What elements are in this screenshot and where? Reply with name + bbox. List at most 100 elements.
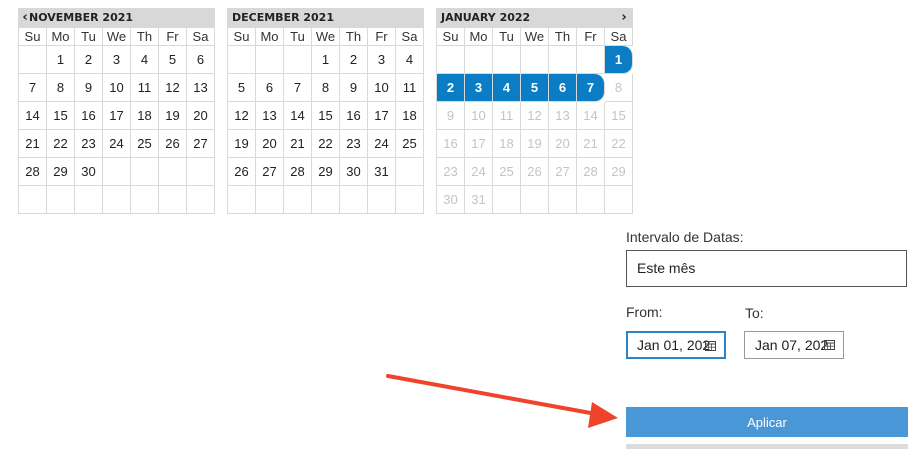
empty-day-cell — [577, 46, 605, 74]
day-cell[interactable]: 19 — [159, 102, 187, 130]
day-cell[interactable]: 27 — [187, 130, 215, 158]
day-cell[interactable]: 1 — [312, 46, 340, 74]
day-cell[interactable]: 8 — [47, 74, 75, 102]
day-cell[interactable]: 23 — [75, 130, 103, 158]
day-cell[interactable]: 11 — [396, 74, 424, 102]
day-cell[interactable]: 4 — [493, 74, 521, 102]
day-cell[interactable]: 29 — [312, 158, 340, 186]
day-cell[interactable]: 30 — [340, 158, 368, 186]
day-cell[interactable]: 20 — [256, 130, 284, 158]
day-cell[interactable]: 5 — [521, 74, 549, 102]
empty-day-cell — [368, 186, 396, 214]
day-cell: 14 — [577, 102, 605, 130]
weekday-header: Sa — [187, 28, 215, 46]
empty-day-cell — [47, 186, 75, 214]
day-cell[interactable]: 3 — [368, 46, 396, 74]
day-cell[interactable]: 21 — [19, 130, 47, 158]
day-cell[interactable]: 2 — [437, 74, 465, 102]
empty-day-cell — [256, 186, 284, 214]
day-cell[interactable]: 19 — [228, 130, 256, 158]
day-cell[interactable]: 13 — [187, 74, 215, 102]
day-cell[interactable]: 1 — [605, 46, 633, 74]
day-cell[interactable]: 10 — [368, 74, 396, 102]
day-cell[interactable]: 3 — [465, 74, 493, 102]
day-cell[interactable]: 25 — [131, 130, 159, 158]
date-range-select[interactable]: Este mês — [626, 250, 907, 287]
day-cell[interactable]: 4 — [131, 46, 159, 74]
weekday-header: Th — [131, 28, 159, 46]
from-date-value: Jan 01, 202 — [637, 337, 711, 353]
from-label: From: — [626, 304, 663, 320]
day-cell[interactable]: 30 — [75, 158, 103, 186]
apply-button[interactable]: Aplicar — [626, 407, 908, 437]
day-cell[interactable]: 6 — [187, 46, 215, 74]
empty-day-cell — [521, 186, 549, 214]
day-cell[interactable]: 9 — [340, 74, 368, 102]
day-cell[interactable]: 26 — [228, 158, 256, 186]
day-cell[interactable]: 2 — [75, 46, 103, 74]
day-cell[interactable]: 16 — [75, 102, 103, 130]
empty-day-cell — [437, 46, 465, 74]
day-cell[interactable]: 31 — [368, 158, 396, 186]
day-cell[interactable]: 14 — [284, 102, 312, 130]
calendar-icon[interactable] — [705, 341, 716, 351]
day-cell[interactable]: 27 — [256, 158, 284, 186]
calendar-title: NOVEMBER 2021 — [29, 11, 134, 24]
day-cell[interactable]: 12 — [228, 102, 256, 130]
day-cell[interactable]: 20 — [187, 102, 215, 130]
day-cell[interactable]: 4 — [396, 46, 424, 74]
calendar-january-2022: JANUARY 2022 › Su Mo Tu We Th Fr Sa 1 2 3 4 5 6 7 8 9 10… — [436, 8, 633, 214]
day-cell[interactable]: 24 — [103, 130, 131, 158]
empty-day-cell — [131, 158, 159, 186]
day-cell[interactable]: 1 — [47, 46, 75, 74]
day-cell[interactable]: 24 — [368, 130, 396, 158]
day-cell[interactable]: 28 — [19, 158, 47, 186]
day-cell[interactable]: 9 — [75, 74, 103, 102]
day-cell[interactable]: 6 — [549, 74, 577, 102]
day-cell[interactable]: 22 — [47, 130, 75, 158]
day-cell[interactable]: 13 — [256, 102, 284, 130]
from-date-input[interactable]: Jan 01, 202 — [626, 331, 726, 359]
day-cell[interactable]: 8 — [312, 74, 340, 102]
weekday-header: Tu — [284, 28, 312, 46]
day-cell[interactable]: 12 — [159, 74, 187, 102]
calendar-december-2021: DECEMBER 2021 Su Mo Tu We Th Fr Sa 1 2 3 4 5 6 7 8 9 10 1… — [227, 8, 424, 214]
day-cell[interactable]: 15 — [312, 102, 340, 130]
day-cell[interactable]: 10 — [103, 74, 131, 102]
day-cell: 13 — [549, 102, 577, 130]
day-cell[interactable]: 22 — [312, 130, 340, 158]
day-cell[interactable]: 14 — [19, 102, 47, 130]
empty-day-cell — [312, 186, 340, 214]
day-cell[interactable]: 11 — [131, 74, 159, 102]
day-cell[interactable]: 21 — [284, 130, 312, 158]
to-date-input[interactable]: Jan 07, 202 — [744, 331, 844, 359]
day-cell[interactable]: 2 — [340, 46, 368, 74]
day-cell[interactable]: 7 — [284, 74, 312, 102]
calendar-icon[interactable] — [824, 340, 835, 350]
day-cell[interactable]: 5 — [159, 46, 187, 74]
to-date-value: Jan 07, 202 — [755, 337, 829, 353]
day-cell[interactable]: 17 — [368, 102, 396, 130]
weekday-header: Tu — [75, 28, 103, 46]
day-cell: 22 — [605, 130, 633, 158]
day-cell[interactable]: 17 — [103, 102, 131, 130]
day-cell[interactable]: 15 — [47, 102, 75, 130]
day-cell[interactable]: 25 — [396, 130, 424, 158]
day-cell[interactable]: 5 — [228, 74, 256, 102]
day-cell[interactable]: 7 — [577, 74, 605, 102]
day-cell[interactable]: 3 — [103, 46, 131, 74]
day-cell[interactable]: 23 — [340, 130, 368, 158]
day-cell[interactable]: 28 — [284, 158, 312, 186]
day-cell[interactable]: 18 — [131, 102, 159, 130]
day-cell: 8 — [605, 74, 633, 102]
chevron-left-icon[interactable]: ‹ — [18, 8, 32, 27]
day-cell[interactable]: 16 — [340, 102, 368, 130]
day-cell[interactable]: 26 — [159, 130, 187, 158]
weekday-header: We — [521, 28, 549, 46]
chevron-right-icon[interactable]: › — [617, 8, 631, 27]
day-cell[interactable]: 6 — [256, 74, 284, 102]
day-cell[interactable]: 29 — [47, 158, 75, 186]
day-cell[interactable]: 18 — [396, 102, 424, 130]
day-cell[interactable]: 7 — [19, 74, 47, 102]
weekday-header: We — [312, 28, 340, 46]
